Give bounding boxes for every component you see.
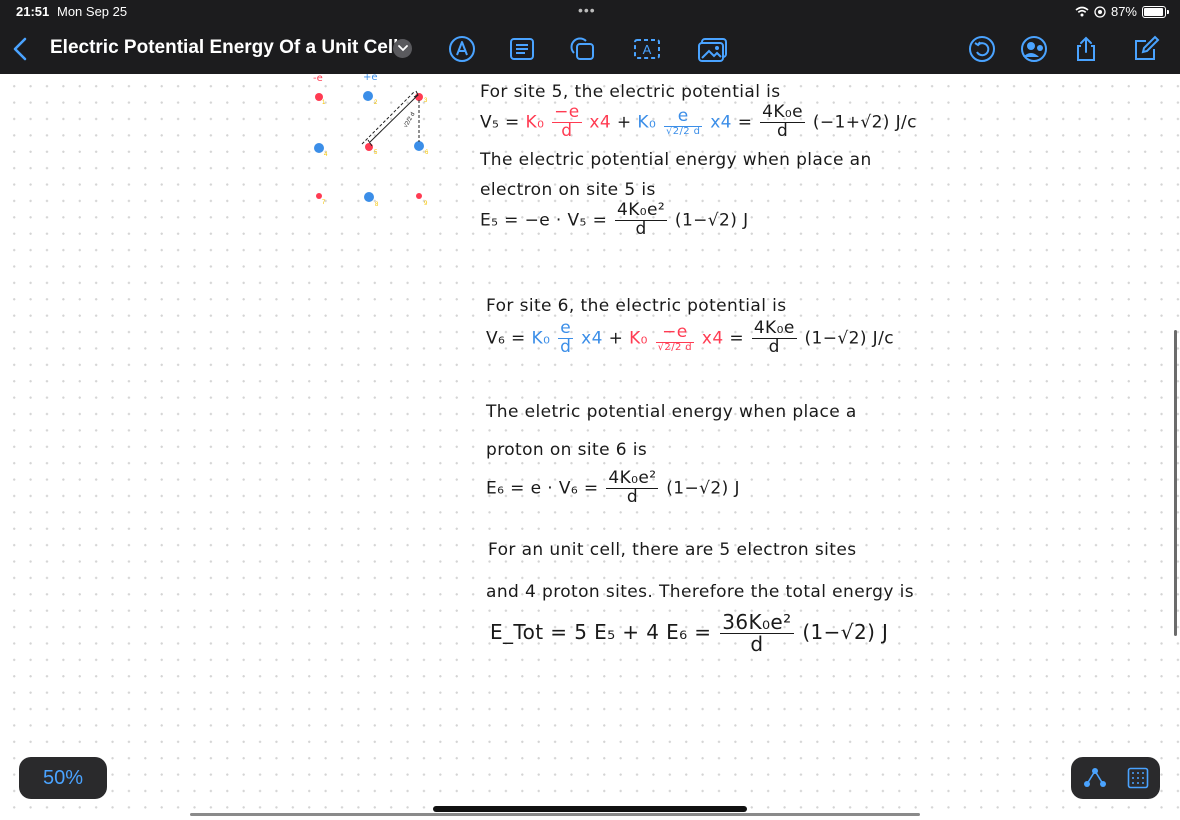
battery-icon [1142,5,1169,18]
eq-term: E₅ = −e · V₅ = [480,210,608,231]
fraction: 4K₀e² d [606,469,659,507]
wifi-icon [1075,6,1089,17]
note-line: proton on site 6 is [486,440,648,460]
grid-paper-icon[interactable] [1127,767,1149,789]
eq-term: E₆ = e · V₆ = [486,478,599,499]
eq-term: (−1+√2) J/c [812,112,917,133]
note-line: electron on site 5 is [480,180,656,200]
eq-term: (1−√2) J [674,210,749,231]
eq-term: d [776,120,789,141]
eq-term: 36K₀e² [720,610,794,634]
fraction: e √2/2 d [663,107,703,137]
status-time: 21:51 [16,4,50,19]
fraction: 4K₀e² d [615,201,668,239]
text-box-icon[interactable]: A [633,35,661,63]
eq-term: d [635,218,647,239]
eq-term: K₀ [637,112,657,133]
eq-term: √2/2 d [657,341,693,353]
eq-term: (1−√2) J [666,478,740,499]
text-format-icon[interactable] [508,35,536,63]
equation-total: E_Tot = 5 E₅ + 4 E₆ = 36K₀e² d (1−√2) J [490,612,888,655]
eq-term: x4 [710,112,732,133]
pen-tool-icon[interactable] [448,35,476,63]
eq-term: K₀ [531,328,551,349]
eq-term: (1−√2) J/c [804,328,894,349]
eq-term: d [768,336,780,357]
undo-icon[interactable] [968,35,996,63]
eq-term: x4 [581,328,603,349]
equation-e6: E₆ = e · V₆ = 4K₀e² d (1−√2) J [486,469,740,507]
fraction: −e √2/2 d [655,323,695,353]
document-title[interactable]: Electric Potential Energy Of a Unit Cell [50,37,398,59]
equation-e5: E₅ = −e · V₅ = 4K₀e² d (1−√2) J [480,201,749,239]
eq-term: = [729,328,745,349]
battery-percent: 87% [1110,4,1137,19]
note-line: and 4 proton sites. Therefore the total … [486,582,914,602]
navigation-bar: Electric Potential Energy Of a Unit Cell… [0,24,1180,74]
eq-term: K₀ [525,112,545,133]
insert-image-icon[interactable] [697,35,729,63]
eq-term: d [560,336,572,357]
fraction: 4K₀e d [751,319,797,357]
eq-term: K₀ [629,328,648,349]
eq-term: V₅ = [480,112,520,133]
note-line: The electric potential energy when place… [480,150,872,170]
bottom-tools-panel [1071,757,1160,799]
svg-text:A: A [643,42,652,57]
collaborate-icon[interactable] [1018,35,1050,63]
vertical-scrollbar[interactable] [1174,330,1177,636]
eq-term: + [616,112,632,133]
eq-term: −e [655,323,695,343]
share-icon[interactable] [1072,35,1100,63]
location-icon [1094,5,1106,18]
eq-term: = [737,112,753,133]
eq-term: d [626,486,639,507]
eq-term: x4 [589,112,612,133]
back-chevron-icon[interactable] [10,36,32,62]
fraction: 36K₀e² d [720,610,794,656]
status-bar: 21:51 Mon Sep 25 ••• 87% [0,0,1180,24]
status-indicators: 87% [1075,4,1169,19]
equation-v6: V₆ = K₀ ed x4 + K₀ −e √2/2 d x4 = 4K₀e d (… [486,319,894,357]
eq-term: e [663,107,703,127]
multitasking-dots[interactable]: ••• [578,2,596,18]
zoom-level-button[interactable]: 50% [19,757,107,799]
note-line: The eletric potential energy when place … [486,402,857,422]
horizontal-scrollbar[interactable] [190,813,920,816]
note-line: For site 6, the electric potential is [486,296,787,316]
compose-icon[interactable] [1132,35,1160,63]
note-line: For site 5, the electric potential is [480,82,781,102]
fraction: ed [558,319,574,357]
eq-term: + [608,328,624,349]
eq-term: √2/2 d [665,125,701,137]
shapes-icon[interactable] [568,35,596,63]
eq-term: d [561,120,573,141]
lasso-nodes-icon[interactable] [1083,767,1107,789]
note-line: For an unit cell, there are 5 electron s… [488,540,857,560]
eq-term: V₆ = [486,328,526,349]
fraction: 4K₀e d [760,103,805,141]
eq-term: d [750,632,764,656]
equation-v5: V₅ = K₀ −e d x4 + K₀ e √2/2 d x4 = 4K₀e d (… [480,103,917,141]
eq-term: x4 [701,328,724,349]
home-indicator[interactable] [433,806,747,812]
status-date: Mon Sep 25 [57,4,128,19]
fraction: −e d [552,103,582,141]
chevron-down-icon [397,45,408,52]
handwritten-notes: For site 5, the electric potential is V₅… [0,74,1180,814]
eq-term: (1−√2) J [802,620,889,644]
title-menu-button[interactable] [393,39,412,58]
eq-term: E_Tot = 5 E₅ + 4 E₆ = [490,620,712,644]
